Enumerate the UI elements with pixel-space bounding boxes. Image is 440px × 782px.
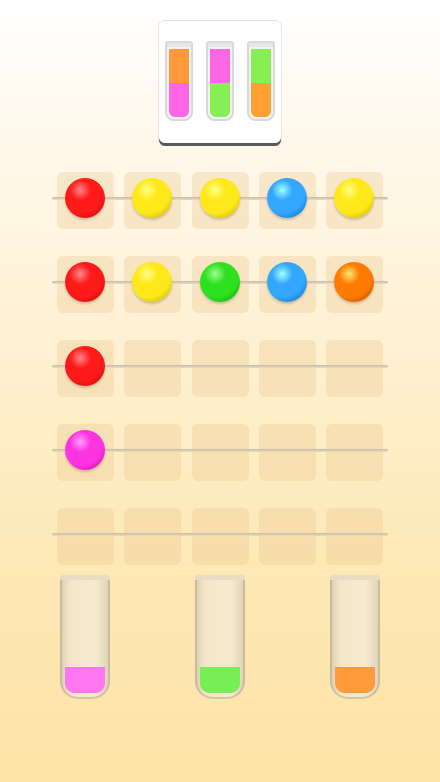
blue-ball[interactable] — [267, 262, 307, 302]
slot-r5-c2[interactable] — [124, 508, 181, 565]
slot-r4-c2[interactable] — [124, 424, 181, 481]
rod — [52, 533, 388, 536]
goal-tube-3 — [247, 41, 275, 121]
slot-r4-c5[interactable] — [326, 424, 383, 481]
goal-tube-3-bottom — [251, 83, 271, 117]
tube-2-fill — [200, 667, 240, 693]
tube-1-fill — [65, 667, 105, 693]
board-row-5 — [0, 506, 440, 566]
slot-r3-c2[interactable] — [124, 340, 181, 397]
board-row-4 — [0, 422, 440, 482]
goal-tube-1-top — [169, 49, 189, 83]
slot-r4-c3[interactable] — [192, 424, 249, 481]
tube-1[interactable] — [60, 575, 110, 699]
slot-r3-c4[interactable] — [259, 340, 316, 397]
slot-r4-c4[interactable] — [259, 424, 316, 481]
slot-r5-c3[interactable] — [192, 508, 249, 565]
board-row-1 — [0, 170, 440, 230]
tube-3-fill — [335, 667, 375, 693]
tube-2[interactable] — [195, 575, 245, 699]
red-ball[interactable] — [65, 178, 105, 218]
slot-r5-c4[interactable] — [259, 508, 316, 565]
goal-tube-3-top — [251, 49, 271, 83]
slot-r5-c5[interactable] — [326, 508, 383, 565]
goal-tube-2-top — [210, 49, 230, 83]
goal-tube-1-bottom — [169, 83, 189, 117]
blue-ball[interactable] — [267, 178, 307, 218]
slot-r5-c1[interactable] — [57, 508, 114, 565]
yellow-ball[interactable] — [132, 262, 172, 302]
board-row-3 — [0, 338, 440, 398]
slot-r3-c5[interactable] — [326, 340, 383, 397]
slot-r3-c3[interactable] — [192, 340, 249, 397]
magenta-ball[interactable] — [65, 430, 105, 470]
red-ball[interactable] — [65, 262, 105, 302]
tube-3[interactable] — [330, 575, 380, 699]
red-ball[interactable] — [65, 346, 105, 386]
goal-tube-2 — [206, 41, 234, 121]
goal-card — [159, 21, 281, 143]
board-row-2 — [0, 254, 440, 314]
yellow-ball[interactable] — [334, 178, 374, 218]
yellow-ball[interactable] — [200, 178, 240, 218]
orange-ball[interactable] — [334, 262, 374, 302]
green-ball[interactable] — [200, 262, 240, 302]
yellow-ball[interactable] — [132, 178, 172, 218]
goal-tube-1 — [165, 41, 193, 121]
goal-tube-2-bottom — [210, 83, 230, 117]
